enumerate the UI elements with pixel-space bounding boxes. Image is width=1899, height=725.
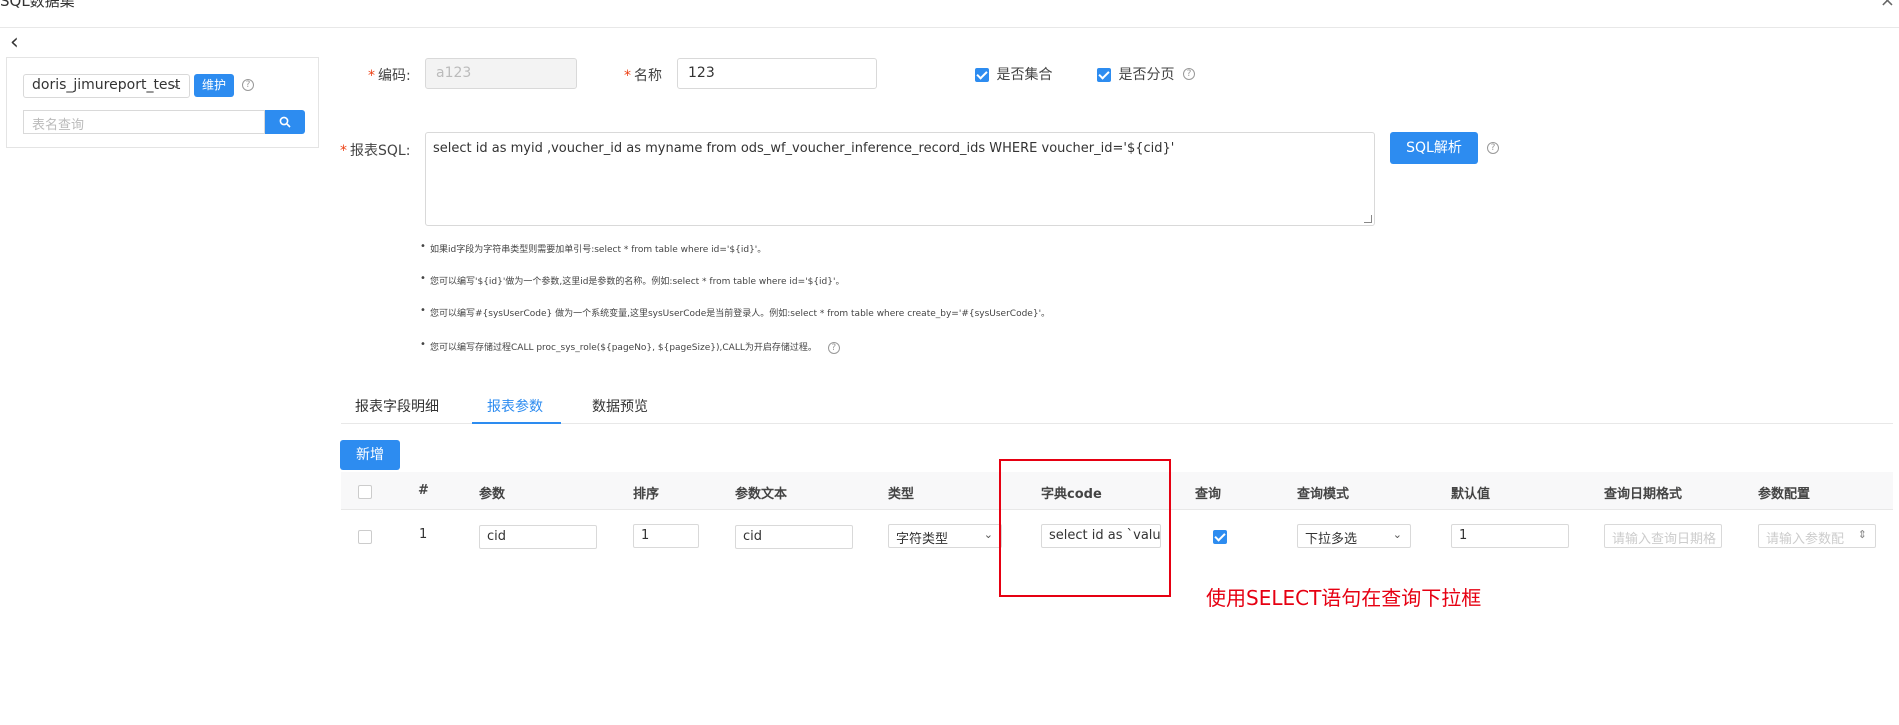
col-index: # <box>418 483 429 498</box>
help-icon[interactable]: ? <box>827 342 840 354</box>
date-format-input[interactable]: 请输入查询日期格 <box>1604 524 1722 548</box>
help-icon[interactable]: ? <box>242 79 254 91</box>
window-titlebar: SQL数据集 × <box>0 0 1899 28</box>
query-checkbox[interactable] <box>1213 530 1228 544</box>
datasource-select[interactable]: doris_jimureport_test ⌄ <box>23 74 190 98</box>
sql-text: select id as myid ,voucher_id as myname … <box>433 141 1175 156</box>
chevron-down-icon: ⌄ <box>170 77 181 91</box>
code-field[interactable]: a123 <box>425 58 577 89</box>
add-button[interactable]: 新增 <box>340 440 400 470</box>
col-date-format: 查询日期格式 <box>1604 487 1683 502</box>
checkbox-checked-icon <box>975 68 989 82</box>
tab-data-preview[interactable]: 数据预览 <box>592 396 648 416</box>
close-icon[interactable]: × <box>1880 0 1895 11</box>
tab-report-params[interactable]: 报表参数 <box>487 396 543 416</box>
col-order: 排序 <box>633 487 660 502</box>
row-index: 1 <box>419 527 428 542</box>
checkbox-checked-icon <box>1097 68 1111 82</box>
name-field[interactable]: 123 <box>677 58 877 89</box>
param-config-input[interactable]: 请输入参数配 ⇕ <box>1758 524 1876 548</box>
col-type: 类型 <box>888 487 915 502</box>
sql-label: * 报表SQL: <box>340 143 411 159</box>
resize-icon: ⇕ <box>1857 528 1867 541</box>
query-mode-value: 下拉多选 <box>1305 532 1358 547</box>
search-icon <box>279 116 291 128</box>
help-icon[interactable]: ? <box>1183 68 1195 80</box>
tip-3: 您可以编写#{sysUserCode} 做为一个系统变量,这里sysUserCo… <box>420 305 1050 319</box>
select-all-checkbox[interactable] <box>358 485 372 499</box>
query-mode-select[interactable]: 下拉多选 ⌄ <box>1297 524 1411 548</box>
tip-1: 如果id字段为字符串类型则需要加单引号:select * from table … <box>420 241 766 255</box>
help-icon[interactable]: ? <box>1487 142 1499 154</box>
tab-field-details[interactable]: 报表字段明细 <box>355 396 439 416</box>
tip-2: 您可以编写'${id}'做为一个参数,这里id是参数的名称。例如:select … <box>420 273 844 287</box>
col-default-value: 默认值 <box>1451 487 1491 502</box>
tab-bar: 报表字段明细 报表参数 数据预览 <box>341 390 1893 424</box>
resize-handle[interactable] <box>1364 215 1372 223</box>
col-query-mode: 查询模式 <box>1297 487 1350 502</box>
is-collection-checkbox[interactable]: 是否集合 <box>975 64 1052 84</box>
col-param: 参数 <box>479 487 506 502</box>
search-button[interactable] <box>265 110 305 134</box>
col-param-config: 参数配置 <box>1758 487 1811 502</box>
code-label: * 编码: <box>368 68 411 84</box>
param-input[interactable]: cid <box>479 525 597 549</box>
window-title: SQL数据集 <box>0 0 75 10</box>
tip-4: 您可以编写存储过程CALL proc_sys_role(${pageNo}, $… <box>420 339 840 354</box>
chevron-down-icon: ⌄ <box>1392 528 1402 541</box>
order-input[interactable]: 1 <box>633 524 699 548</box>
table-search-input[interactable]: 表名查询 <box>23 110 265 134</box>
sql-parse-button[interactable]: SQL解析 <box>1390 132 1478 164</box>
param-config-placeholder: 请输入参数配 <box>1766 532 1845 547</box>
default-value-input[interactable]: 1 <box>1451 524 1569 548</box>
col-param-text: 参数文本 <box>735 487 788 502</box>
annotation-text: 使用SELECT语句在查询下拉框 <box>1206 586 1482 610</box>
name-label: * 名称 <box>624 68 662 84</box>
maintain-button[interactable]: 维护 <box>194 74 234 97</box>
type-value: 字符类型 <box>896 532 949 547</box>
chevron-down-icon: ⌄ <box>983 528 993 541</box>
back-arrow-icon[interactable]: ‹ <box>10 32 19 54</box>
row-checkbox[interactable] <box>358 530 372 544</box>
highlight-box <box>999 459 1171 597</box>
col-query: 查询 <box>1195 487 1222 502</box>
param-text-input[interactable]: cid <box>735 525 853 549</box>
active-tab-indicator <box>472 422 561 424</box>
datasource-value: doris_jimureport_test <box>32 77 181 93</box>
is-paging-checkbox[interactable]: 是否分页 <box>1097 64 1174 84</box>
sql-textarea[interactable]: select id as myid ,voucher_id as myname … <box>425 132 1375 226</box>
datasource-panel: doris_jimureport_test ⌄ 维护 ? 表名查询 <box>6 57 319 148</box>
type-select[interactable]: 字符类型 ⌄ <box>888 524 1002 548</box>
